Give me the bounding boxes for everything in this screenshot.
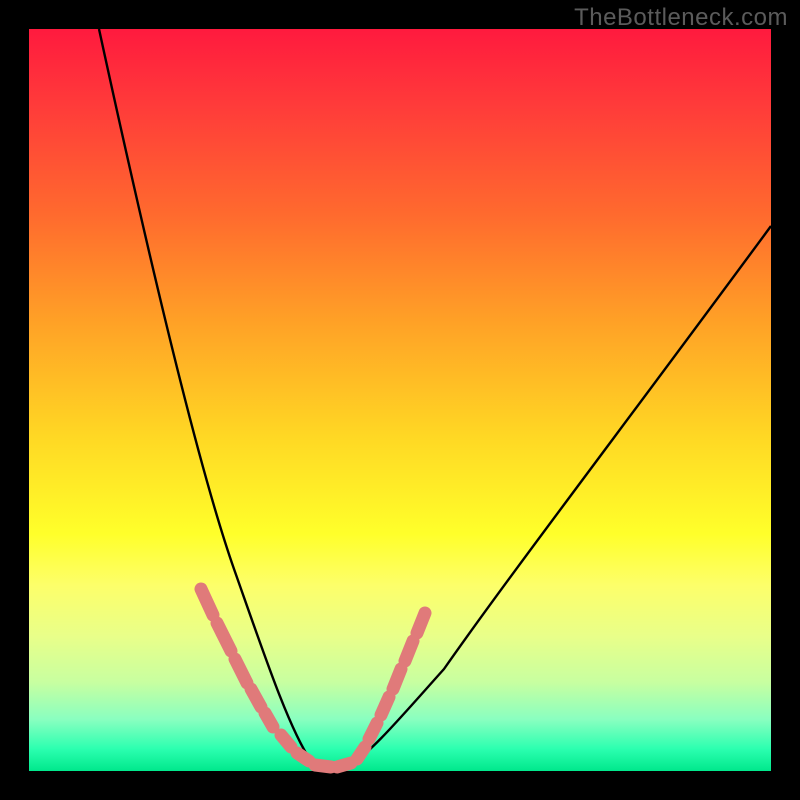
watermark-text: TheBottleneck.com bbox=[574, 4, 788, 32]
chart-frame: TheBottleneck.com bbox=[0, 0, 800, 800]
bottleneck-curve bbox=[99, 29, 771, 769]
pink-highlight-left bbox=[201, 589, 273, 727]
pink-highlight-bottom bbox=[281, 735, 351, 767]
curve-layer bbox=[29, 29, 771, 771]
plot-area bbox=[29, 29, 771, 771]
pink-highlight-right bbox=[357, 613, 425, 759]
